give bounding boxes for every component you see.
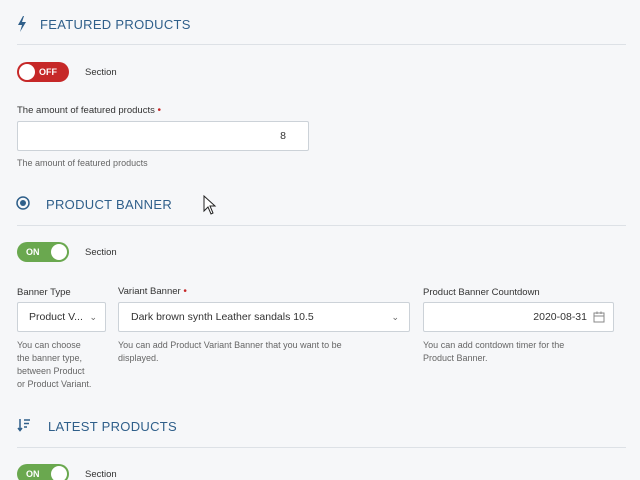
section-title-banner: PRODUCT BANNER [46, 197, 173, 212]
bolt-icon [17, 16, 27, 35]
section-title-latest: LATEST PRODUCTS [48, 419, 177, 434]
section-label: Section [85, 247, 117, 258]
divider [17, 44, 626, 45]
toggle-label: ON [26, 247, 40, 257]
mouse-cursor-icon [203, 194, 217, 215]
divider [17, 447, 626, 448]
featured-section-toggle[interactable]: OFF [17, 62, 69, 82]
banner-type-select[interactable]: Product V... ⌄ [17, 302, 106, 332]
banner-type-label: Banner Type [17, 287, 71, 298]
banner-type-help: You can choose the banner type, between … [17, 340, 92, 389]
required-marker: • [183, 286, 187, 297]
required-marker: • [157, 105, 161, 116]
calendar-icon[interactable] [593, 311, 605, 326]
toggle-label: ON [26, 469, 40, 479]
variant-banner-help: You can add Product Variant Banner that … [118, 340, 342, 363]
section-label: Section [85, 469, 117, 480]
sort-icon [17, 418, 31, 435]
latest-section-toggle[interactable]: ON [17, 464, 69, 480]
section-title-featured: FEATURED PRODUCTS [40, 17, 191, 32]
countdown-date-input[interactable]: 2020-08-31 [423, 302, 614, 332]
target-icon [16, 196, 30, 213]
toggle-knob [19, 64, 35, 80]
chevron-down-icon: ⌄ [89, 312, 97, 322]
variant-banner-label: Variant Banner • [118, 286, 187, 297]
toggle-knob [51, 466, 67, 480]
featured-amount-input[interactable]: 8 [17, 121, 309, 151]
divider [17, 225, 626, 226]
featured-amount-label: The amount of featured products • [17, 105, 161, 116]
toggle-knob [51, 244, 67, 260]
countdown-label: Product Banner Countdown [423, 287, 540, 298]
banner-section-toggle[interactable]: ON [17, 242, 69, 262]
chevron-down-icon: ⌄ [391, 312, 399, 322]
countdown-help: You can add contdown timer for the Produ… [423, 340, 565, 363]
section-label: Section [85, 67, 117, 78]
featured-amount-help: The amount of featured products [17, 158, 148, 168]
toggle-label: OFF [39, 67, 57, 77]
variant-banner-select[interactable]: Dark brown synth Leather sandals 10.5 ⌄ [118, 302, 410, 332]
